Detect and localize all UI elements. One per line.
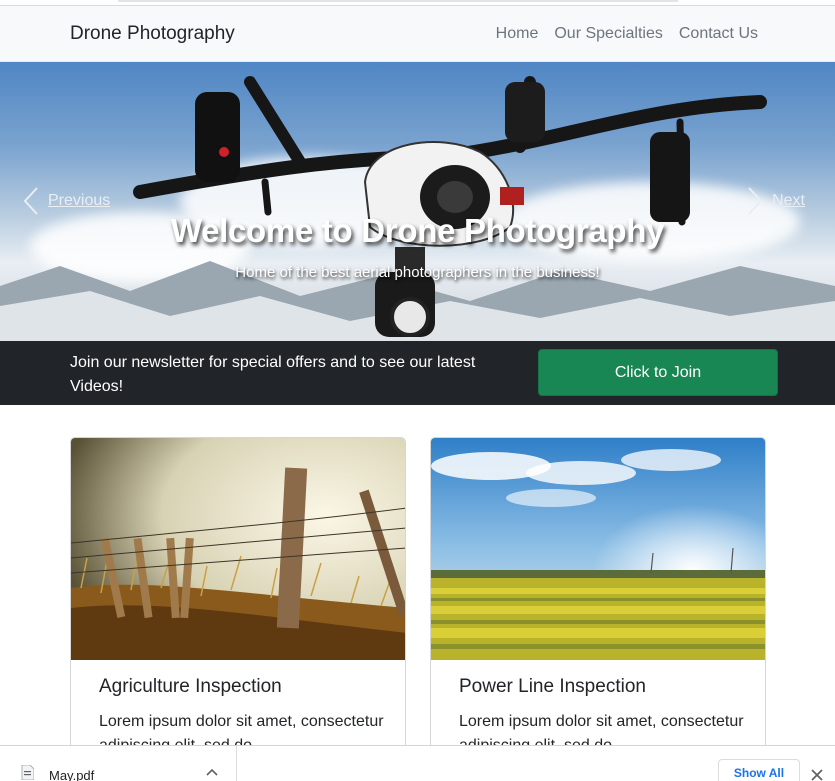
carousel-previous-label: Previous bbox=[48, 192, 111, 209]
carousel-next-label: Next bbox=[772, 192, 805, 209]
fence-field-image bbox=[71, 438, 405, 660]
nav-links: Home Our Specialties Contact Us bbox=[496, 25, 758, 43]
nav-link-specialties[interactable]: Our Specialties bbox=[554, 25, 663, 43]
download-file-name: May.pdf bbox=[49, 768, 95, 781]
newsletter-banner: Join our newsletter for special offers a… bbox=[0, 341, 835, 405]
hero-title: Welcome to Drone Photography bbox=[170, 212, 665, 249]
download-item[interactable]: May.pdf bbox=[0, 746, 237, 781]
pdf-file-icon bbox=[21, 765, 34, 780]
specialty-card: Power Line Inspection Lorem ipsum dolor … bbox=[430, 437, 766, 767]
show-all-downloads-button[interactable]: Show All bbox=[718, 759, 800, 781]
navbar: Drone Photography Home Our Specialties C… bbox=[0, 6, 835, 62]
carousel-previous-control[interactable]: Previous bbox=[22, 186, 110, 216]
navbar-brand[interactable]: Drone Photography bbox=[70, 23, 235, 45]
specialty-card: Agriculture Inspection Lorem ipsum dolor… bbox=[70, 437, 406, 767]
nav-link-home[interactable]: Home bbox=[496, 25, 539, 43]
drone-image bbox=[133, 76, 767, 337]
browser-tab-edge bbox=[118, 0, 678, 2]
newsletter-text: Join our newsletter for special offers a… bbox=[70, 354, 476, 395]
hero-subtitle: Home of the best aerial photographers in… bbox=[235, 264, 600, 281]
download-bar: May.pdf Show All bbox=[0, 745, 835, 781]
nav-link-contact[interactable]: Contact Us bbox=[679, 25, 758, 43]
card-title: Agriculture Inspection bbox=[99, 676, 282, 697]
carousel-next-control[interactable]: Next bbox=[746, 186, 805, 216]
chevron-left-icon bbox=[23, 187, 38, 215]
close-icon[interactable] bbox=[810, 768, 824, 781]
chevron-up-icon[interactable] bbox=[206, 768, 218, 776]
card-title: Power Line Inspection bbox=[459, 676, 646, 697]
chevron-right-icon bbox=[748, 187, 763, 215]
hero-carousel: Welcome to Drone Photography Home of the… bbox=[0, 62, 835, 341]
join-newsletter-button[interactable]: Click to Join bbox=[538, 349, 778, 396]
canola-field-image bbox=[431, 438, 765, 660]
